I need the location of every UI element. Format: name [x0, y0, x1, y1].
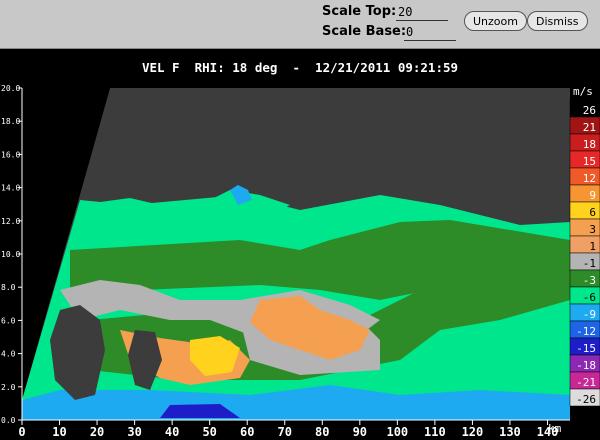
colorbar-label: 3 — [589, 223, 596, 236]
y-tick-label: 16.0 — [1, 150, 20, 159]
y-tick-label: 14.0 — [1, 184, 20, 193]
velocity-colorbar: 26 21 18 15 12 9 6 3 1 -1 -3 -6 -9 -12 -15 -18 -21 -26 — [569, 99, 600, 407]
x-tick-label: 90 — [353, 425, 367, 439]
x-tick-label: 120 — [462, 425, 484, 439]
colorbar-label: 1 — [589, 240, 596, 253]
colorbar-label: -3 — [583, 274, 596, 287]
x-tick-label: 10 — [52, 425, 66, 439]
colorbar-unit: m/s — [573, 85, 593, 98]
y-tick-label: 12.0 — [1, 217, 20, 226]
x-axis-unit: km — [548, 422, 562, 435]
colorbar-label: 9 — [589, 189, 596, 202]
x-tick-label: 100 — [386, 425, 408, 439]
colorbar-label: -1 — [583, 257, 596, 270]
colorbar-label: -9 — [583, 308, 596, 321]
x-tick-label: 60 — [240, 425, 254, 439]
radar-image — [22, 88, 570, 420]
x-tick-label: 80 — [315, 425, 329, 439]
y-tick-label: 10.0 — [1, 250, 20, 259]
x-tick-label: 110 — [424, 425, 446, 439]
colorbar-label: -12 — [576, 325, 596, 338]
x-tick-label: 40 — [165, 425, 179, 439]
colorbar-label: 6 — [589, 206, 596, 219]
x-tick-label: 70 — [278, 425, 292, 439]
x-tick-label: 50 — [202, 425, 216, 439]
y-tick-label: 6.0 — [1, 316, 16, 325]
colorbar-label: 26 — [583, 104, 596, 117]
y-tick-label: 4.0 — [1, 350, 16, 359]
x-tick-label: 130 — [499, 425, 521, 439]
rhi-plot[interactable]: 26 21 18 15 12 9 6 3 1 -1 -3 -6 -9 -12 -15 -18 -21 -26 m/… — [0, 0, 600, 440]
colorbar-label: -15 — [576, 342, 596, 355]
y-tick-label: 18.0 — [1, 117, 20, 126]
y-tick-label: 8.0 — [1, 283, 16, 292]
y-tick-label: 0.0 — [1, 416, 16, 425]
colorbar-label: 15 — [583, 155, 596, 168]
colorbar-label: 21 — [583, 121, 596, 134]
colorbar-label: -6 — [583, 291, 596, 304]
x-tick-label: 20 — [90, 425, 104, 439]
y-tick-label: 2.0 — [1, 383, 16, 392]
colorbar-label: -18 — [576, 359, 596, 372]
colorbar-label: 18 — [583, 138, 596, 151]
colorbar-label: -26 — [576, 393, 596, 406]
x-tick-label: 0 — [18, 425, 25, 439]
x-tick-label: 30 — [127, 425, 141, 439]
colorbar-label: -21 — [576, 376, 596, 389]
y-tick-label: 20.0 — [1, 84, 20, 93]
colorbar-label: 12 — [583, 172, 596, 185]
